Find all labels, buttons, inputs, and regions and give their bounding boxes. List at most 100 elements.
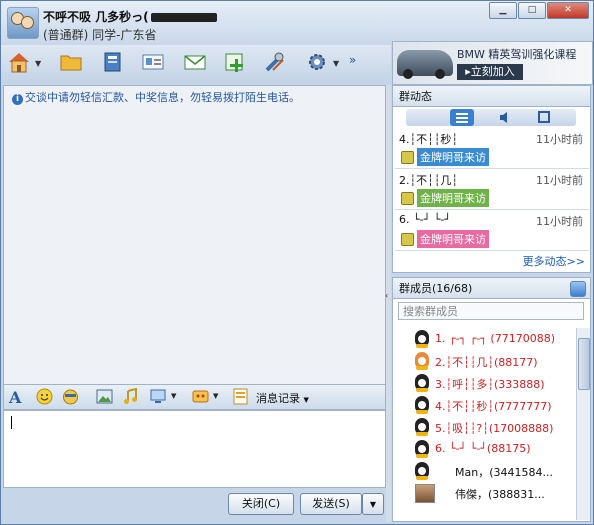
feed-item[interactable]: 2.┆不┆┆几┆ 11小时前 金牌明哥来访 (395, 169, 589, 210)
more-feed-link[interactable]: 更多动态>> (523, 253, 585, 269)
list-item[interactable]: 5.┆吸┆┆?┆(17008888) (393, 416, 576, 438)
maximize-button[interactable]: □ (518, 2, 546, 19)
chevron-down-icon[interactable]: ▼ (171, 392, 176, 400)
text-caret (11, 416, 12, 429)
member-name: 2.┆不┆┆几┆(88177) (435, 356, 538, 369)
title-bar: 不呼不吸 几多秒っ( (普通群) 同学-广东省 ▁ □ ✕ (1, 1, 593, 45)
card-icon[interactable] (141, 50, 165, 74)
chevron-down-icon[interactable]: ▼ (333, 59, 339, 68)
chat-history[interactable]: i 交谈中请勿轻信汇款、中奖信息，勿轻易拨打陌生电话。 (3, 85, 386, 385)
sound-tab[interactable] (492, 109, 516, 126)
feed-item-time: 11小时前 (536, 133, 583, 146)
member-name: Man，(3441584... (455, 466, 553, 479)
list-item[interactable]: 2.┆不┆┆几┆(88177) (393, 350, 576, 372)
panel-splitter[interactable]: ‹ (385, 85, 391, 522)
qq-penguin-icon (415, 330, 429, 348)
feed-item-tag[interactable]: 金牌明哥来访 (417, 148, 489, 166)
chevron-down-icon[interactable]: ▼ (35, 59, 41, 68)
bottom-bar: 关闭(C) 发送(S) ▼ (3, 488, 384, 522)
chevron-down-icon: ▼ (303, 396, 309, 404)
feed-item[interactable]: 6. └-┘ └-┘ 11小时前 金牌明哥来访 (395, 210, 589, 251)
list-item[interactable]: 4.┆不┆┆秒┆(7777777) (393, 394, 576, 416)
book-icon[interactable] (101, 50, 125, 74)
minimize-button[interactable]: ▁ (489, 2, 517, 19)
feed-item-title: 6. └-┘ └-┘ (399, 213, 451, 226)
security-notice-text: 交谈中请勿轻信汇款、中奖信息，勿轻易拨打陌生电话。 (25, 91, 300, 104)
ad-join-button[interactable]: ▸立刻加入 (457, 64, 523, 80)
scrollbar-thumb[interactable] (578, 338, 590, 390)
home-icon[interactable]: ▼ (7, 50, 41, 74)
feed-item-time: 11小时前 (536, 174, 583, 187)
font-icon[interactable]: A (8, 388, 25, 407)
qq-penguin-icon (415, 352, 429, 370)
folder-icon[interactable] (59, 50, 83, 74)
feed-item[interactable]: 4.┆不┆┆秒┆ 11小时前 金牌明哥来访 (395, 128, 589, 169)
chevron-down-icon: ▼ (369, 500, 377, 509)
screenshot-icon[interactable] (150, 388, 167, 405)
tools-icon[interactable] (263, 50, 287, 74)
chevron-down-icon[interactable]: ▼ (213, 392, 218, 400)
emoji-icon[interactable] (36, 388, 53, 405)
member-search-input[interactable]: 搜索群成员 (398, 302, 584, 320)
qq-penguin-icon (415, 440, 429, 458)
feed-item-time: 11小时前 (536, 215, 583, 228)
input-toolbar: A ▼ ▼ 消息记录 ▼ (3, 384, 386, 410)
member-list-scrollbar[interactable] (576, 328, 590, 520)
close-window-button[interactable]: ✕ (547, 2, 589, 19)
close-button[interactable]: 关闭(C) (228, 493, 294, 515)
more-tools-icon[interactable]: » (349, 53, 356, 67)
qq-penguin-icon (415, 418, 429, 436)
send-button[interactable]: 发送(S) (300, 493, 362, 515)
shake-icon[interactable] (192, 388, 209, 405)
qq-penguin-icon (415, 396, 429, 414)
list-item[interactable]: 1. ┌-┐ ┌-┐ (77170088) (393, 328, 576, 350)
collapse-arrow-icon[interactable]: ‹ (385, 291, 388, 300)
group-name-text: 不呼不吸 几多秒っ( (43, 10, 149, 24)
group-feed-header: 群动态 (392, 85, 591, 107)
list-view-tab[interactable] (450, 109, 474, 126)
message-record-label: 消息记录 (256, 392, 300, 405)
list-item[interactable]: Man，(3441584... (393, 460, 576, 482)
mail-icon[interactable] (183, 50, 207, 74)
member-name: 6. └-┘ └-┘(88175) (435, 442, 531, 455)
member-name: 4.┆不┆┆秒┆(7777777) (435, 400, 552, 413)
group-type: (普通群) 同学-广东省 (43, 28, 157, 42)
feed-tabs (406, 109, 576, 126)
settings-icon[interactable]: ▼ (305, 50, 339, 74)
car-image (397, 50, 453, 79)
image-icon[interactable] (96, 388, 113, 405)
list-item[interactable]: 6. └-┘ └-┘(88175) (393, 438, 576, 460)
search-icon[interactable] (570, 281, 586, 297)
message-record-icon[interactable] (232, 388, 249, 405)
visitor-icon (401, 233, 414, 246)
member-list: 1. ┌-┐ ┌-┐ (77170088) 2.┆不┆┆几┆(88177) 3.… (393, 328, 576, 504)
qq-penguin-icon (415, 374, 429, 392)
member-name: 伟傑，(388831... (455, 488, 545, 501)
list-item[interactable]: 伟傑，(388831... (393, 482, 576, 504)
feed-item-tag[interactable]: 金牌明哥来访 (417, 189, 489, 207)
group-avatar[interactable] (7, 7, 39, 39)
message-input[interactable] (3, 410, 386, 488)
security-notice: i 交谈中请勿轻信汇款、中奖信息，勿轻易拨打陌生电话。 (12, 89, 300, 105)
add-app-icon[interactable] (223, 50, 247, 74)
message-record-button[interactable]: 消息记录 ▼ (256, 390, 309, 406)
member-name: 1. ┌-┐ ┌-┐ (77170088) (435, 332, 555, 345)
ad-banner[interactable]: BMW 精英驾训强化课程 ▸立刻加入 (392, 41, 593, 85)
qq-penguin-icon (415, 462, 429, 480)
info-icon: i (12, 94, 23, 105)
members-header: 群成员(16/68) (392, 277, 591, 299)
music-icon[interactable] (122, 387, 139, 405)
group-name: 不呼不吸 几多秒っ( (43, 8, 217, 25)
feed-item-title: 2.┆不┆┆几┆ (399, 174, 458, 187)
member-name: 3.┆呼┆┆多┆(333888) (435, 378, 545, 391)
member-name: 5.┆吸┆┆?┆(17008888) (435, 422, 554, 435)
window-controls: ▁ □ ✕ (489, 2, 589, 19)
magic-emoji-icon[interactable] (62, 388, 79, 405)
square-view-tab[interactable] (532, 109, 556, 126)
list-item[interactable]: 3.┆呼┆┆多┆(333888) (393, 372, 576, 394)
send-options-button[interactable]: ▼ (362, 493, 384, 515)
svg-text:A: A (8, 388, 22, 405)
feed-item-tag[interactable]: 金牌明哥来访 (417, 230, 489, 248)
main-toolbar: ▼ ▼ » (1, 45, 391, 83)
ad-title: BMW 精英驾训强化课程 (457, 48, 577, 61)
